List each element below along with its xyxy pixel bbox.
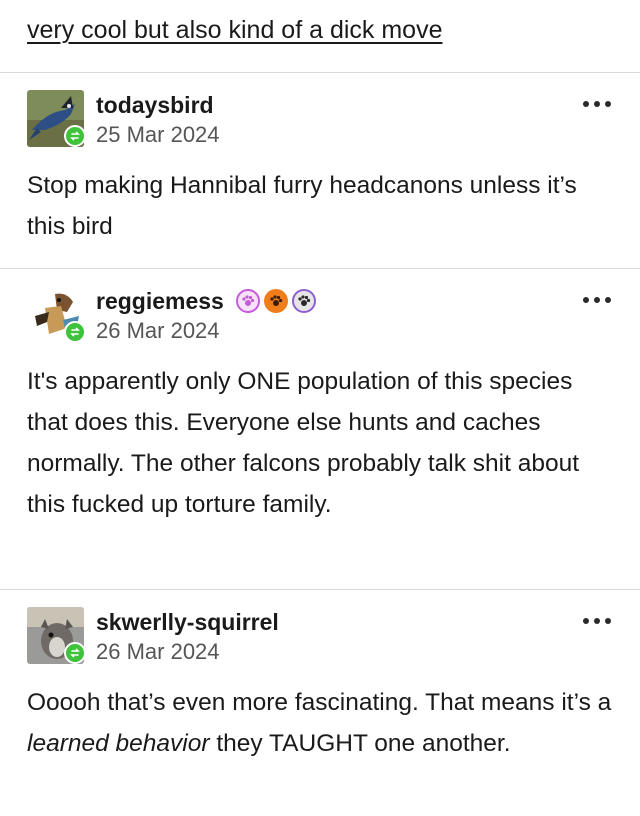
post-text-segment: they TAUGHT one another. bbox=[209, 730, 511, 757]
more-options-icon[interactable] bbox=[583, 613, 623, 629]
reblog-icon bbox=[64, 642, 86, 664]
top-post-title[interactable]: very cool but also kind of a dick move bbox=[27, 12, 442, 48]
reblog-icon bbox=[64, 125, 86, 147]
post-body: Stop making Hannibal furry headcanons un… bbox=[27, 165, 617, 247]
user-badges bbox=[236, 289, 316, 313]
more-options-icon[interactable] bbox=[583, 96, 623, 112]
reblog-entry-todaysbird: todaysbird 25 Mar 2024 Stop making Hanni… bbox=[0, 73, 640, 268]
paw-orange-icon[interactable] bbox=[264, 289, 288, 313]
post-text: It's apparently only ONE population of t… bbox=[27, 368, 580, 518]
post-date[interactable]: 26 Mar 2024 bbox=[96, 638, 220, 666]
post-text: Stop making Hannibal furry headcanons un… bbox=[27, 172, 577, 240]
post-text-italic: learned behavior bbox=[27, 730, 210, 757]
username[interactable]: skwerlly-squirrel bbox=[96, 608, 279, 636]
paw-gray-icon[interactable] bbox=[292, 289, 316, 313]
more-options-icon[interactable] bbox=[583, 292, 623, 308]
reblog-entry-reggiemess: reggiemess 26 Mar 2024 It's apparently o… bbox=[0, 269, 640, 589]
username[interactable]: todaysbird bbox=[96, 91, 214, 119]
post-date[interactable]: 26 Mar 2024 bbox=[96, 317, 220, 345]
reblog-icon bbox=[64, 321, 86, 343]
username[interactable]: reggiemess bbox=[96, 287, 224, 315]
post-body: Ooooh that’s even more fascinating. That… bbox=[27, 682, 617, 764]
post-text-segment: Ooooh that’s even more fascinating. That… bbox=[27, 689, 612, 716]
post-date[interactable]: 25 Mar 2024 bbox=[96, 121, 220, 149]
post-body: It's apparently only ONE population of t… bbox=[27, 361, 617, 525]
paw-icon[interactable] bbox=[236, 289, 260, 313]
reblog-entry-skwerlly-squirrel: skwerlly-squirrel 26 Mar 2024 Ooooh that… bbox=[0, 590, 640, 816]
